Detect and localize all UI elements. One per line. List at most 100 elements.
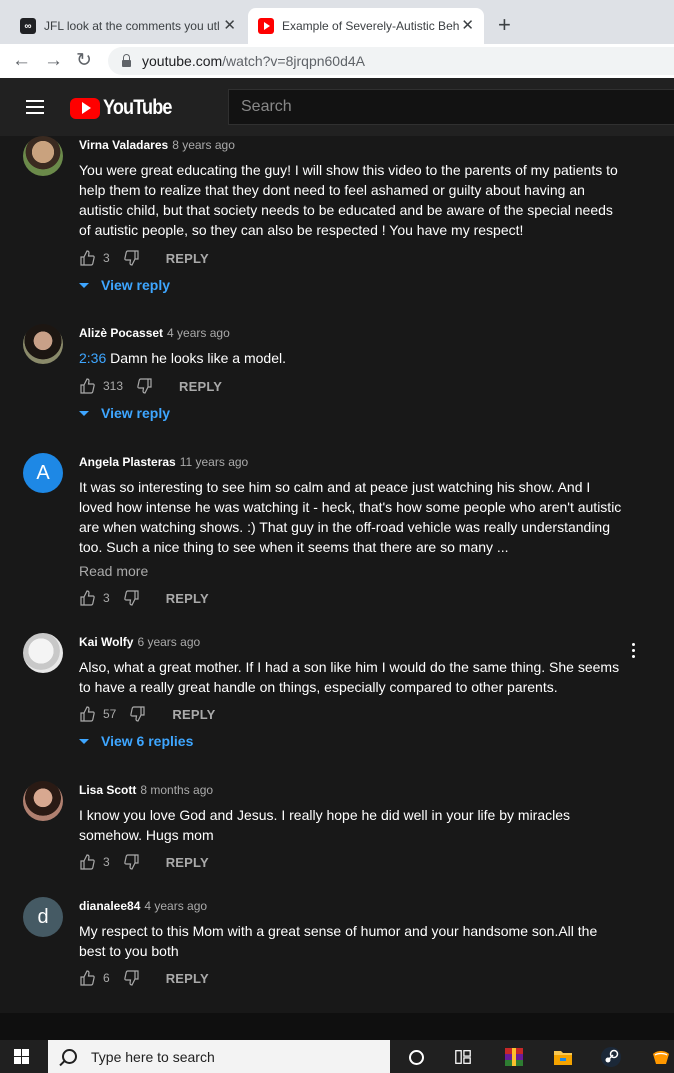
comment-text: You were great educating the guy! I will… xyxy=(79,162,618,238)
search-input[interactable] xyxy=(228,89,674,125)
comment-author[interactable]: dianalee84 xyxy=(79,899,140,913)
comment-header: Alizè Pocasset 4 years ago xyxy=(79,324,624,342)
comment-time[interactable]: 8 months ago xyxy=(140,783,213,797)
like-count: 3 xyxy=(103,251,110,265)
steam-icon[interactable] xyxy=(600,1046,622,1068)
cortana-icon[interactable] xyxy=(405,1046,427,1068)
avatar[interactable]: d xyxy=(23,897,63,937)
caret-down-icon xyxy=(79,410,89,416)
like-count: 3 xyxy=(103,591,110,605)
comment-header: dianalee84 4 years ago xyxy=(79,897,624,915)
comment-text: Also, what a great mother. If I had a so… xyxy=(79,659,620,695)
like-icon[interactable] xyxy=(79,590,95,606)
comment-time[interactable]: 6 years ago xyxy=(137,635,200,649)
dislike-icon[interactable] xyxy=(123,590,140,606)
like-icon[interactable] xyxy=(79,378,95,394)
avatar[interactable] xyxy=(23,324,63,364)
file-explorer-icon[interactable] xyxy=(552,1046,574,1068)
dislike-icon[interactable] xyxy=(130,706,146,722)
comment-author[interactable]: Lisa Scott xyxy=(79,783,136,797)
avatar[interactable] xyxy=(23,136,63,176)
tab-jfl[interactable]: ∞ JFL look at the comments you utl ✕ xyxy=(10,8,246,44)
lock-icon xyxy=(122,53,131,67)
url-text: youtube.com/watch?v=8jrqpn60d4A xyxy=(142,53,365,69)
infinity-icon: ∞ xyxy=(20,18,36,34)
view-replies-label: View reply xyxy=(101,277,171,293)
view-replies-label: View reply xyxy=(101,405,171,421)
winrar-icon[interactable] xyxy=(503,1046,525,1068)
close-tab-icon[interactable]: ✕ xyxy=(223,18,236,34)
page-bottom-strip xyxy=(0,1013,674,1040)
dislike-icon[interactable] xyxy=(123,970,140,986)
comment-actions: 6 REPLY xyxy=(79,968,209,988)
like-count: 6 xyxy=(103,971,110,985)
comment-author[interactable]: Alizè Pocasset xyxy=(79,326,163,340)
comment-actions: 313 REPLY xyxy=(79,376,222,396)
taskbar-search[interactable] xyxy=(48,1040,390,1073)
close-tab-icon[interactable]: ✕ xyxy=(461,18,474,34)
app-icon[interactable] xyxy=(650,1046,672,1068)
reply-button[interactable]: REPLY xyxy=(172,707,215,722)
taskbar-search-input[interactable] xyxy=(89,1047,373,1066)
comment-actions: 3 REPLY xyxy=(79,852,209,872)
windows-start-icon[interactable] xyxy=(14,1049,30,1065)
comment-header: Virna Valadares 8 years ago xyxy=(79,136,624,154)
avatar[interactable] xyxy=(23,633,63,673)
back-arrow-icon[interactable]: ← xyxy=(12,51,31,71)
youtube-logo[interactable]: YouTube xyxy=(70,96,183,120)
comment-text: 2:36 Damn he looks like a model. xyxy=(79,350,287,366)
reply-button[interactable]: REPLY xyxy=(166,591,209,606)
like-count: 57 xyxy=(103,707,117,721)
timestamp-link[interactable]: 2:36 xyxy=(79,350,106,366)
menu-icon[interactable] xyxy=(26,100,44,114)
reply-button[interactable]: REPLY xyxy=(166,971,209,986)
comment-actions: 3 REPLY xyxy=(79,588,209,608)
comment-text: I know you love God and Jesus. I really … xyxy=(79,807,571,843)
avatar[interactable] xyxy=(23,781,63,821)
avatar[interactable]: A xyxy=(23,453,63,493)
search-icon xyxy=(62,1049,77,1064)
like-icon[interactable] xyxy=(79,706,95,722)
youtube-icon xyxy=(258,18,274,34)
youtube-play-icon xyxy=(70,97,100,119)
read-more-link[interactable]: Read more xyxy=(79,561,624,581)
new-tab-button[interactable]: + xyxy=(498,14,511,36)
more-options-icon[interactable] xyxy=(632,643,636,661)
comment-time[interactable]: 8 years ago xyxy=(172,138,235,152)
dislike-icon[interactable] xyxy=(137,378,153,394)
dislike-icon[interactable] xyxy=(123,854,140,870)
like-icon[interactable] xyxy=(79,250,95,266)
comment-time[interactable]: 4 years ago xyxy=(167,326,230,340)
browser-toolbar: ← → ↻ youtube.com/watch?v=8jrqpn60d4A xyxy=(0,44,674,78)
forward-arrow-icon[interactable]: → xyxy=(44,51,63,71)
browser-tab-strip: ∞ JFL look at the comments you utl ✕ Exa… xyxy=(0,0,674,44)
reply-button[interactable]: REPLY xyxy=(179,379,222,394)
caret-down-icon xyxy=(79,282,89,288)
dislike-icon[interactable] xyxy=(123,250,140,266)
comment-header: Angela Plasteras 11 years ago xyxy=(79,453,624,471)
comment-time[interactable]: 11 years ago xyxy=(180,455,249,469)
comment-header: Kai Wolfy 6 years ago xyxy=(79,633,624,651)
logo-text: YouTube xyxy=(103,96,172,119)
tab-title: JFL look at the comments you utl xyxy=(44,19,220,33)
like-icon[interactable] xyxy=(79,970,95,986)
reply-button[interactable]: REPLY xyxy=(166,855,209,870)
tab-youtube[interactable]: Example of Severely-Autistic Beh ✕ xyxy=(248,8,484,44)
comment-text: My respect to this Mom with a great sens… xyxy=(79,923,598,959)
address-bar[interactable]: youtube.com/watch?v=8jrqpn60d4A xyxy=(108,47,674,75)
youtube-header: YouTube xyxy=(0,78,674,136)
comment-author[interactable]: Kai Wolfy xyxy=(79,635,133,649)
view-replies-button[interactable]: View 6 replies xyxy=(79,733,193,749)
comment-author[interactable]: Angela Plasteras xyxy=(79,455,176,469)
comments-section: Virna Valadares 8 years ago You were grea… xyxy=(0,136,674,1013)
like-icon[interactable] xyxy=(79,854,95,870)
reply-button[interactable]: REPLY xyxy=(166,251,209,266)
caret-down-icon xyxy=(79,738,89,744)
comment-actions: 57 REPLY xyxy=(79,704,216,724)
reload-icon[interactable]: ↻ xyxy=(76,51,92,71)
comment-author[interactable]: Virna Valadares xyxy=(79,138,168,152)
view-replies-button[interactable]: View reply xyxy=(79,405,170,421)
view-replies-button[interactable]: View reply xyxy=(79,277,170,293)
task-view-icon[interactable] xyxy=(452,1046,474,1068)
comment-time[interactable]: 4 years ago xyxy=(144,899,207,913)
